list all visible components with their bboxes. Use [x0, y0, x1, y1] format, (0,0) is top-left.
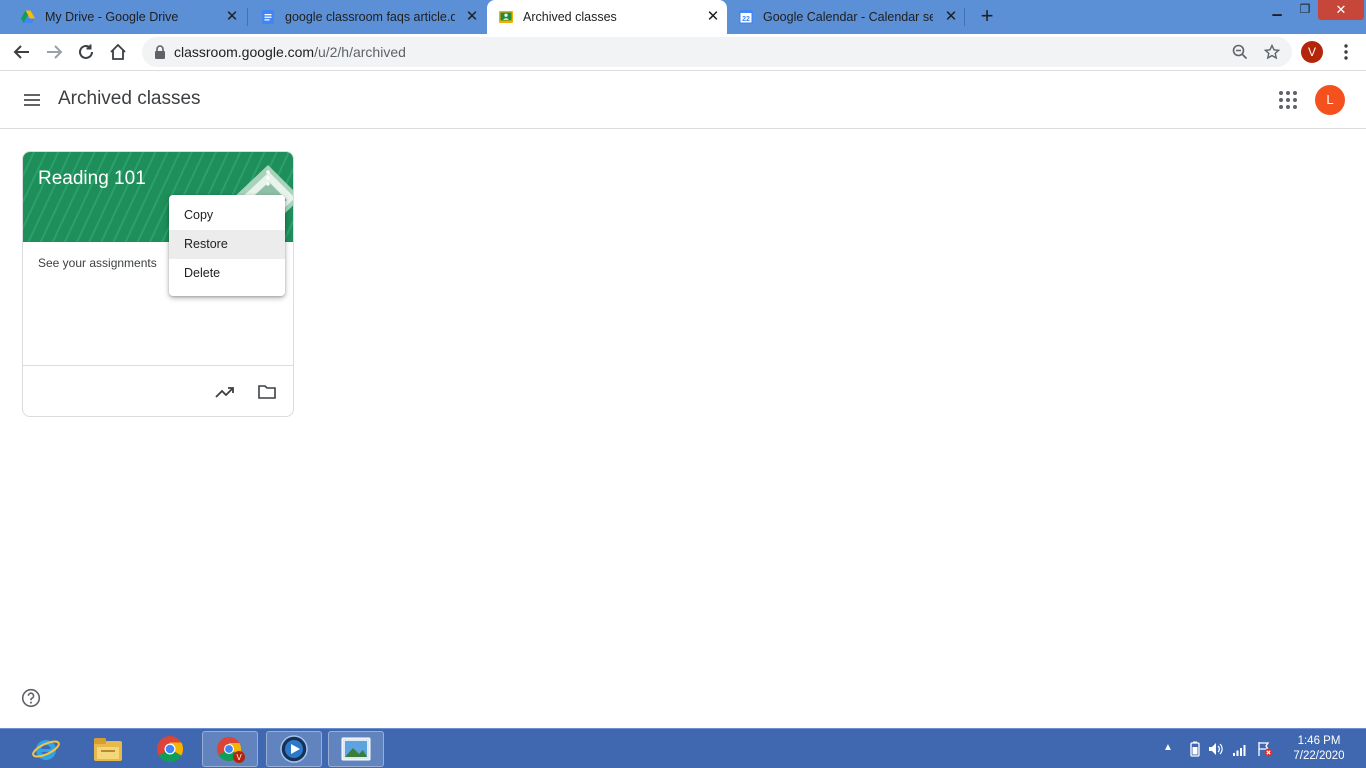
url-text: classroom.google.com/u/2/h/archived: [174, 44, 406, 60]
file-explorer-icon: [94, 738, 122, 761]
chrome-menu-icon[interactable]: [1338, 42, 1354, 62]
home-icon: [110, 43, 126, 60]
menu-item-delete[interactable]: Delete: [169, 259, 285, 288]
reload-icon: [79, 44, 93, 59]
account-avatar[interactable]: L: [1315, 85, 1345, 115]
menu-item-copy[interactable]: Copy: [169, 201, 285, 230]
url-host: classroom.google.com: [174, 44, 315, 60]
media-player-icon: [280, 735, 308, 763]
tab-title: Google Calendar - Calendar settings: [763, 10, 933, 24]
back-button[interactable]: [10, 40, 34, 64]
trending-up-icon: [215, 387, 234, 398]
google-drive-icon: [21, 10, 35, 23]
gradebook-button[interactable]: [213, 380, 237, 404]
photo-viewer-icon: [341, 737, 371, 761]
zoom-out-icon: [1232, 44, 1248, 60]
class-options-menu: Copy Restore Delete: [169, 195, 285, 296]
tab-title: Archived classes: [523, 10, 617, 24]
chrome-icon: [157, 736, 184, 763]
tab-google-drive[interactable]: My Drive - Google Drive ✕: [0, 0, 246, 34]
battery-icon[interactable]: [1190, 741, 1200, 757]
home-button[interactable]: [106, 40, 130, 64]
reload-button[interactable]: [74, 40, 98, 64]
close-tab-icon[interactable]: ✕: [464, 9, 480, 25]
volume-icon[interactable]: [1208, 741, 1224, 757]
action-center-flag-icon[interactable]: [1257, 741, 1273, 757]
taskbar-chrome[interactable]: [142, 731, 198, 767]
url-path: /u/2/h/archived: [314, 44, 406, 60]
profile-badge: V: [236, 753, 242, 762]
close-tab-icon[interactable]: ✕: [705, 9, 721, 25]
google-calendar-icon: 22: [739, 10, 753, 24]
google-apps-icon[interactable]: [1276, 88, 1300, 112]
class-name[interactable]: Reading 101: [38, 168, 146, 190]
arrow-right-icon: [47, 45, 63, 59]
chrome-profile-avatar[interactable]: V: [1301, 41, 1323, 63]
taskbar-file-explorer[interactable]: [80, 731, 136, 767]
close-tab-icon[interactable]: ✕: [224, 9, 240, 25]
google-docs-icon: [262, 10, 274, 24]
new-tab-button[interactable]: +: [976, 5, 998, 28]
arrow-left-icon: [13, 45, 29, 59]
browser-toolbar: classroom.google.com/u/2/h/archived V: [0, 34, 1366, 70]
help-icon[interactable]: [21, 688, 41, 708]
close-tab-icon[interactable]: ✕: [943, 9, 959, 25]
tab-archived-classes[interactable]: Archived classes ✕: [487, 0, 727, 34]
menu-item-restore[interactable]: Restore: [169, 230, 285, 259]
calendar-badge: 22: [742, 16, 750, 23]
classroom-header: Archived classes L: [0, 71, 1366, 129]
star-icon: [1264, 44, 1280, 60]
browser-tab-strip: My Drive - Google Drive ✕ google classro…: [0, 0, 1366, 34]
google-classroom-icon: [499, 11, 513, 23]
taskbar-internet-explorer[interactable]: [18, 731, 74, 767]
taskbar-chrome-profile[interactable]: V: [202, 731, 258, 767]
clock-date: 7/22/2020: [1293, 750, 1345, 762]
class-card-footer-divider: [23, 365, 293, 366]
tab-title: google classroom faqs article.docx: [285, 10, 455, 24]
minimize-window-button[interactable]: ▁: [1262, 0, 1292, 20]
lock-icon: [155, 45, 165, 59]
taskbar-media-player[interactable]: [266, 731, 322, 767]
class-drive-folder-button[interactable]: [255, 380, 279, 404]
tab-title: My Drive - Google Drive: [45, 10, 179, 24]
tab-google-docs[interactable]: google classroom faqs article.docx ✕: [248, 0, 486, 34]
tab-google-calendar[interactable]: 22 Google Calendar - Calendar settings ✕: [727, 0, 965, 34]
page-title: Archived classes: [58, 88, 201, 109]
chrome-profile-v-icon: V: [217, 737, 245, 763]
class-options-icon[interactable]: [261, 168, 275, 188]
show-hidden-icons-button[interactable]: ▲: [1163, 742, 1173, 758]
network-signal-icon[interactable]: [1232, 741, 1248, 757]
zoom-button[interactable]: [1232, 44, 1248, 60]
close-window-button[interactable]: ✕: [1318, 0, 1364, 20]
hamburger-menu-icon[interactable]: [20, 88, 44, 112]
address-bar[interactable]: classroom.google.com/u/2/h/archived: [142, 37, 1292, 67]
folder-icon: [258, 385, 276, 399]
clock-time: 1:46 PM: [1297, 735, 1341, 747]
taskbar-photo-viewer[interactable]: [328, 731, 384, 767]
class-card-subtitle[interactable]: See your assignments: [38, 256, 157, 270]
tab-separator: [964, 8, 965, 26]
bookmark-button[interactable]: [1264, 44, 1280, 60]
forward-button[interactable]: [42, 40, 66, 64]
windows-taskbar: V ▲ 1:46 PM 7/22/2020: [0, 728, 1366, 768]
internet-explorer-icon: [32, 740, 60, 760]
restore-window-button[interactable]: ❐: [1290, 0, 1320, 20]
system-clock[interactable]: 1:46 PM 7/22/2020: [1284, 734, 1354, 764]
